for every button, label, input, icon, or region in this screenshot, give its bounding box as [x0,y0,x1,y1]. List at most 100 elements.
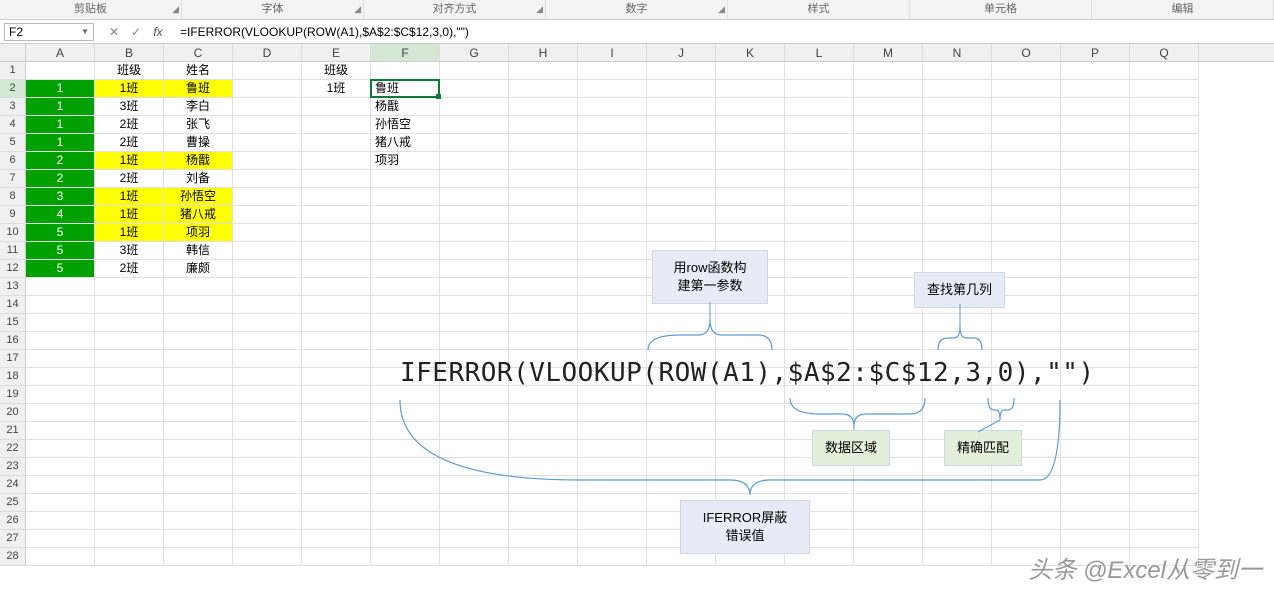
cell-G25[interactable] [440,494,509,512]
cell-O1[interactable] [992,62,1061,80]
cell-C6[interactable]: 杨戬 [164,152,233,170]
launcher-icon[interactable]: ◢ [718,0,725,18]
cell-N2[interactable] [923,80,992,98]
cell-I21[interactable] [578,422,647,440]
cell-L4[interactable] [785,116,854,134]
cell-K20[interactable] [716,404,785,422]
cell-J11[interactable] [647,242,716,260]
cell-B9[interactable]: 1班 [95,206,164,224]
cell-N11[interactable] [923,242,992,260]
cell-P27[interactable] [1061,530,1130,548]
cell-H24[interactable] [509,476,578,494]
cell-N10[interactable] [923,224,992,242]
launcher-icon[interactable]: ◢ [172,0,179,18]
cell-P14[interactable] [1061,296,1130,314]
cell-J25[interactable] [647,494,716,512]
cell-F17[interactable] [371,350,440,368]
row-header[interactable]: 6 [0,152,26,170]
cell-M4[interactable] [854,116,923,134]
cell-I22[interactable] [578,440,647,458]
cell-H17[interactable] [509,350,578,368]
col-header-J[interactable]: J [647,44,716,61]
col-header-O[interactable]: O [992,44,1061,61]
cell-H4[interactable] [509,116,578,134]
col-header-N[interactable]: N [923,44,992,61]
cell-O8[interactable] [992,188,1061,206]
cell-G2[interactable] [440,80,509,98]
cell-Q2[interactable] [1130,80,1199,98]
row-header[interactable]: 9 [0,206,26,224]
cell-P9[interactable] [1061,206,1130,224]
cell-A15[interactable] [26,314,95,332]
cell-N23[interactable] [923,458,992,476]
cell-M25[interactable] [854,494,923,512]
cell-F7[interactable] [371,170,440,188]
cell-E15[interactable] [302,314,371,332]
cell-N3[interactable] [923,98,992,116]
cell-Q19[interactable] [1130,386,1199,404]
cell-J5[interactable] [647,134,716,152]
cell-F12[interactable] [371,260,440,278]
cell-O3[interactable] [992,98,1061,116]
cell-C13[interactable] [164,278,233,296]
cell-A7[interactable]: 2 [26,170,95,188]
cell-K25[interactable] [716,494,785,512]
cell-O5[interactable] [992,134,1061,152]
col-header-B[interactable]: B [95,44,164,61]
cell-M3[interactable] [854,98,923,116]
cell-B16[interactable] [95,332,164,350]
cell-G15[interactable] [440,314,509,332]
cell-I17[interactable] [578,350,647,368]
cell-D10[interactable] [233,224,302,242]
cell-C2[interactable]: 鲁班 [164,80,233,98]
cell-N4[interactable] [923,116,992,134]
cell-C8[interactable]: 孙悟空 [164,188,233,206]
cell-Q6[interactable] [1130,152,1199,170]
cell-F15[interactable] [371,314,440,332]
cell-K10[interactable] [716,224,785,242]
cell-A19[interactable] [26,386,95,404]
cell-K15[interactable] [716,314,785,332]
cell-G16[interactable] [440,332,509,350]
cell-J14[interactable] [647,296,716,314]
cell-C22[interactable] [164,440,233,458]
cell-E26[interactable] [302,512,371,530]
cell-P26[interactable] [1061,512,1130,530]
row-header[interactable]: 27 [0,530,26,548]
row-header[interactable]: 5 [0,134,26,152]
cell-F22[interactable] [371,440,440,458]
cell-A3[interactable]: 1 [26,98,95,116]
cell-A28[interactable] [26,548,95,566]
cell-K7[interactable] [716,170,785,188]
cell-C10[interactable]: 项羽 [164,224,233,242]
row-header[interactable]: 7 [0,170,26,188]
cell-P25[interactable] [1061,494,1130,512]
cell-E7[interactable] [302,170,371,188]
cell-C18[interactable] [164,368,233,386]
cell-E3[interactable] [302,98,371,116]
cell-A5[interactable]: 1 [26,134,95,152]
cell-I18[interactable] [578,368,647,386]
cell-H19[interactable] [509,386,578,404]
cell-M18[interactable] [854,368,923,386]
cell-L13[interactable] [785,278,854,296]
cell-P15[interactable] [1061,314,1130,332]
cell-J20[interactable] [647,404,716,422]
cell-A6[interactable]: 2 [26,152,95,170]
cell-G11[interactable] [440,242,509,260]
cell-O19[interactable] [992,386,1061,404]
ribbon-group-alignment[interactable]: 对齐方式◢ [364,0,546,19]
cell-I25[interactable] [578,494,647,512]
cell-E16[interactable] [302,332,371,350]
cell-J22[interactable] [647,440,716,458]
cell-A22[interactable] [26,440,95,458]
cell-C12[interactable]: 廉颇 [164,260,233,278]
cell-F25[interactable] [371,494,440,512]
name-box[interactable]: F2 ▼ [4,23,94,41]
cell-I10[interactable] [578,224,647,242]
cell-C16[interactable] [164,332,233,350]
cell-E10[interactable] [302,224,371,242]
cell-F4[interactable]: 孙悟空 [371,116,440,134]
cell-F28[interactable] [371,548,440,566]
cell-Q17[interactable] [1130,350,1199,368]
